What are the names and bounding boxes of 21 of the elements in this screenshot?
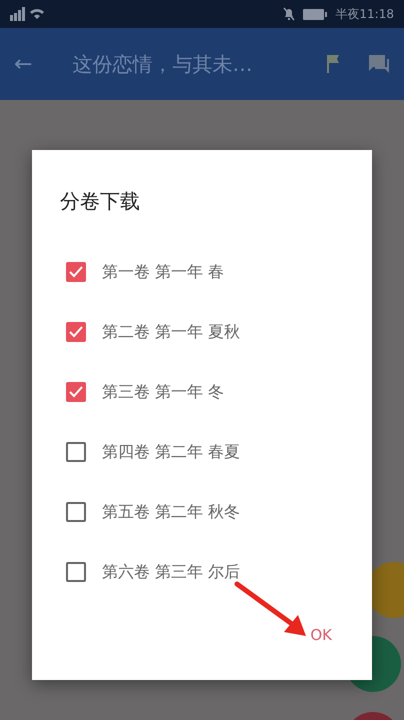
ok-button[interactable]: OK [310, 624, 332, 646]
mute-icon [283, 7, 296, 21]
option-label: 第三卷 第一年 冬 [102, 381, 224, 403]
checkbox[interactable] [66, 262, 86, 282]
checkbox[interactable] [66, 382, 86, 402]
app-title: 这份恋情，与其未… [72, 51, 254, 78]
checkbox[interactable] [66, 442, 86, 462]
option-label: 第二卷 第一年 夏秋 [102, 321, 240, 343]
chat-icon[interactable] [368, 54, 390, 74]
option-label: 第一卷 第一年 春 [102, 261, 224, 283]
option-label: 第四卷 第二年 春夏 [102, 441, 240, 463]
checkbox[interactable] [66, 502, 86, 522]
status-time: 半夜11:18 [335, 6, 394, 23]
option-label: 第六卷 第三年 尔后 [102, 561, 240, 583]
checkbox[interactable] [66, 562, 86, 582]
option-label: 第五卷 第二年 秋冬 [102, 501, 240, 523]
dialog-title: 分卷下载 [59, 188, 141, 215]
battery-icon [303, 8, 328, 20]
signal-icon [10, 7, 46, 21]
checkbox[interactable] [66, 322, 86, 342]
back-button[interactable]: ← [14, 48, 32, 80]
